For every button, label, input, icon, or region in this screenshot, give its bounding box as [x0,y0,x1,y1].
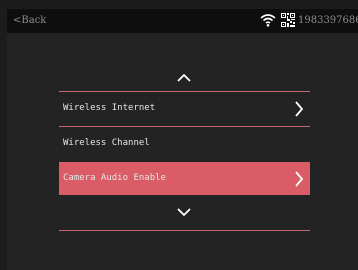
top-bar: <Back 1983397686 [7,9,358,33]
menu-item-wireless-channel[interactable]: Wireless Channel [59,127,310,160]
chevron-down-icon[interactable] [177,207,191,217]
menu-item-camera-audio-enable[interactable]: Camera Audio Enable [59,162,310,195]
menu-item-wireless-internet[interactable]: Wireless Internet [59,92,310,125]
menu-item-label: Camera Audio Enable [63,173,166,183]
device-id: 1983397686 [298,15,358,26]
chevron-up-icon[interactable] [177,73,191,83]
chevron-right-icon [295,101,304,117]
qr-code-icon[interactable] [281,13,295,27]
menu-item-label: Wireless Internet [63,103,156,113]
back-button[interactable]: <Back [13,15,46,26]
settings-screen: <Back 1983397686 Wireless Internet Wirel… [7,9,358,270]
divider [59,230,310,231]
menu-item-label: Wireless Channel [63,138,150,148]
wifi-icon [260,14,276,27]
chevron-right-icon [295,171,304,187]
